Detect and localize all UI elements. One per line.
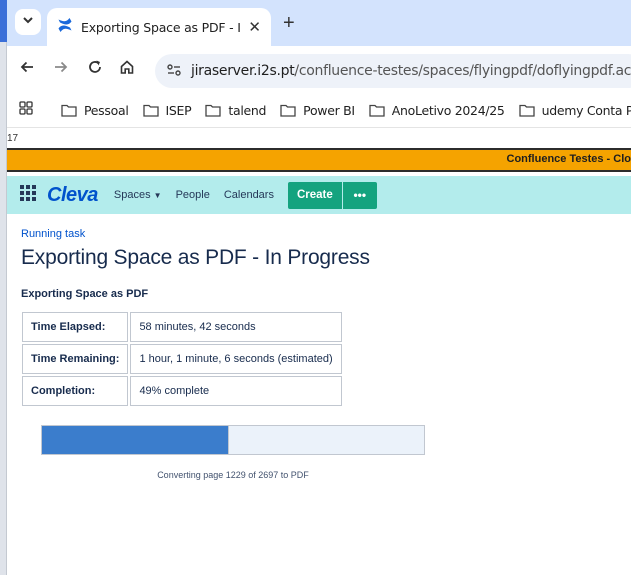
adjacent-window-header [0,0,7,42]
folder-icon [280,104,296,117]
row-label: Completion: [22,376,129,406]
page-viewport: 17 Confluence Testes - Clo Cleva Spaces … [7,128,631,575]
tab-title: Exporting Space as PDF - In Pro [81,19,241,35]
app-switcher-icon[interactable] [19,184,37,207]
section-heading: Exporting Space as PDF [21,288,149,300]
forward-icon[interactable] [53,59,69,80]
tab-search-button[interactable] [15,9,41,35]
tab-search-icon [22,13,34,31]
nav-spaces-label: Spaces [113,189,151,201]
create-more-button[interactable]: ••• [342,181,377,209]
url-host: jiraserver.i2s.pt [191,63,295,79]
nav-spaces[interactable]: Spaces ▼ [114,189,162,201]
back-icon[interactable] [19,59,35,80]
bookmark-label: Power BI [303,103,355,118]
bookmark-power-bi[interactable]: Power BI [280,103,355,118]
row-label: Time Remaining: [22,344,129,374]
row-value: 1 hour, 1 minute, 6 seconds (estimated) [130,344,342,374]
nav-calendars[interactable]: Calendars [224,189,274,201]
progress-bar [41,425,425,455]
active-tab[interactable]: Exporting Space as PDF - In Pro ✕ [47,8,271,46]
row-value: 49% complete [130,376,342,406]
new-tab-icon[interactable]: + [283,12,295,35]
site-settings-icon[interactable] [167,63,181,79]
table-row: Time Remaining: 1 hour, 1 minute, 6 seco… [22,344,342,374]
address-bar[interactable]: jiraserver.i2s.pt/confluence-testes/spac… [155,54,631,88]
bookmark-label: talend [228,103,267,118]
bookmark-pessoal[interactable]: Pessoal [61,103,129,118]
url-text: jiraserver.i2s.pt/confluence-testes/spac… [191,63,631,79]
bookmark-label: ISEP [165,103,192,118]
folder-icon [142,104,159,117]
folder-icon [205,104,222,117]
create-button[interactable]: Create [287,181,342,209]
chevron-down-icon: ▼ [153,191,162,200]
bookmark-udemy[interactable]: udemy Conta Pess... [518,103,631,118]
folder-icon [518,104,535,117]
browser-toolbar: jiraserver.i2s.pt/confluence-testes/spac… [7,46,631,94]
confluence-header: Cleva Spaces ▼ People Calendars Create •… [7,176,631,214]
progress-table: Time Elapsed: 58 minutes, 42 seconds Tim… [20,310,344,408]
browser-window: Exporting Space as PDF - In Pro ✕ + jira… [0,0,631,575]
nav-people[interactable]: People [176,189,210,201]
task-content: Running task Exporting Space as PDF - In… [21,228,370,408]
folder-icon [369,104,385,117]
instance-notice-bar: Confluence Testes - Clo [7,148,631,172]
breadcrumb[interactable]: Running task [21,228,370,240]
bookmark-label: udemy Conta Pess... [541,103,631,118]
bookmark-label: Pessoal [84,103,129,118]
bookmark-talend[interactable]: talend [205,103,266,118]
progress-caption: Converting page 1229 of 2697 to PDF [157,470,309,480]
page-title: Exporting Space as PDF - In Progress [21,246,370,269]
bookmarks-bar: Pessoal ISEP talend Power BI AnoLetivo 2… [7,94,631,128]
close-icon[interactable]: ✕ [248,18,261,36]
bookmark-label: AnoLetivo 2024/25 [391,103,505,118]
instance-notice-text: Confluence Testes - Clo [506,153,631,165]
row-label: Time Elapsed: [22,312,129,342]
confluence-favicon [57,17,73,38]
table-row: Completion: 49% complete [22,376,342,406]
bookmark-anoletivo[interactable]: AnoLetivo 2024/25 [369,103,505,118]
adjacent-window-edge [0,0,7,575]
bookmark-isep[interactable]: ISEP [142,103,192,118]
apps-icon[interactable] [19,101,33,120]
url-path: /confluence-testes/spaces/flyingpdf/dofl… [294,63,631,79]
home-icon[interactable] [119,59,135,80]
progress-bar-fill [42,426,230,454]
confluence-logo[interactable]: Cleva [47,184,98,207]
row-value: 58 minutes, 42 seconds [130,312,342,342]
page-number: 17 [7,133,19,144]
tab-bar: Exporting Space as PDF - In Pro ✕ + [7,0,631,46]
folder-icon [61,104,77,117]
table-row: Time Elapsed: 58 minutes, 42 seconds [22,312,342,342]
reload-icon[interactable] [87,59,103,80]
